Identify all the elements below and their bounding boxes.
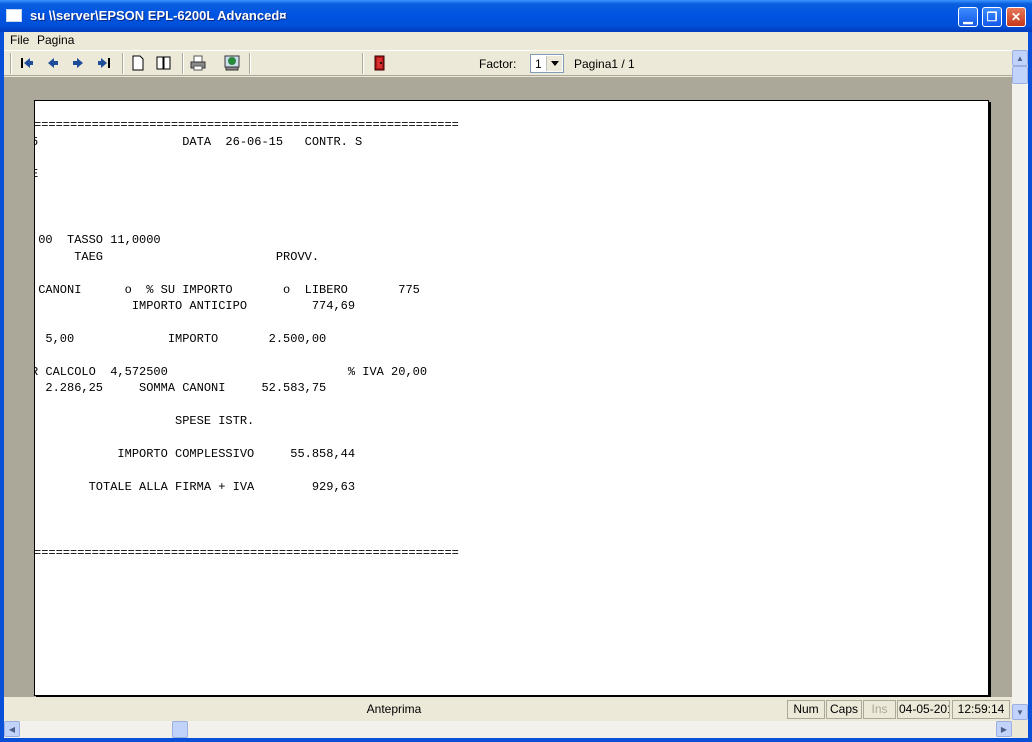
document-line: SPESE ISTR. [34, 414, 255, 428]
document-line: ,00 TASSO 11,0000 [34, 233, 161, 247]
document-line: 5,00 IMPORTO 2.500,00 [34, 332, 327, 346]
status-num: Num [787, 700, 825, 719]
page-indicator: Pagina1 / 1 [574, 57, 635, 71]
single-page-icon[interactable] [130, 55, 146, 71]
chevron-right-icon: ▶ [1000, 724, 1008, 734]
preview-area[interactable]: ========================================… [4, 77, 1012, 697]
scroll-corner [1012, 720, 1028, 738]
exit-icon[interactable] [371, 55, 387, 71]
document-line: TOTALE ALLA FIRMA + IVA 929,63 [34, 480, 356, 494]
status-date: 04-05-2016 [897, 700, 950, 719]
two-pages-icon[interactable] [156, 55, 172, 71]
factor-select[interactable]: 1 [530, 54, 564, 73]
window-title: su \\server\EPSON EPL-6200L Advanced¤ [30, 8, 287, 23]
last-page-icon[interactable] [96, 55, 112, 71]
toolbar-separator [249, 53, 251, 74]
status-ins: Ins [863, 700, 896, 719]
menu-bar: File Pagina [0, 32, 1032, 50]
scroll-left-button[interactable]: ◀ [4, 721, 20, 737]
title-bar[interactable]: su \\server\EPSON EPL-6200L Advanced¤ ▁ … [0, 0, 1032, 32]
horizontal-scrollbar[interactable]: ◀ ▶ [4, 721, 1012, 738]
toolbar: Factor: 1 Pagina1 / 1 [4, 50, 1012, 76]
scroll-down-button[interactable]: ▼ [1012, 704, 1028, 720]
printer-setup-icon[interactable] [224, 55, 240, 71]
document-line: 5 DATA 26-06-15 CONTR. S [34, 135, 363, 149]
chevron-up-icon: ▲ [1016, 53, 1024, 63]
vertical-scroll-thumb[interactable] [1012, 66, 1028, 84]
factor-value: 1 [535, 57, 542, 71]
minimize-button[interactable]: ▁ [958, 7, 978, 27]
menu-file[interactable]: File [10, 33, 29, 47]
scroll-up-button[interactable]: ▲ [1012, 50, 1028, 66]
window-border-left [0, 32, 4, 738]
toolbar-separator [182, 53, 184, 74]
prev-page-icon[interactable] [45, 55, 61, 71]
document-line: E [35, 167, 38, 181]
document-line: IMPORTO ANTICIPO 774,69 [34, 299, 356, 313]
toolbar-grip [10, 53, 12, 74]
minimize-icon: ▁ [963, 10, 973, 24]
factor-label: Factor: [479, 57, 517, 71]
restore-button[interactable]: ❐ [982, 7, 1002, 27]
vertical-scrollbar[interactable]: ▲ ▼ [1012, 50, 1028, 720]
chevron-down-icon[interactable] [546, 56, 562, 71]
document-line: CANONI o % SU IMPORTO o LIBERO 775 [34, 283, 420, 297]
print-icon[interactable] [190, 55, 206, 71]
document-line: TAEG PROVV. [34, 250, 320, 264]
application-window: su \\server\EPSON EPL-6200L Advanced¤ ▁ … [0, 0, 1032, 742]
window-border-bottom [0, 738, 1032, 742]
window-border-right [1028, 32, 1032, 738]
toolbar-separator [122, 53, 124, 74]
next-page-icon[interactable] [70, 55, 86, 71]
chevron-down-icon: ▼ [1016, 707, 1024, 717]
close-icon: ✕ [1010, 10, 1022, 24]
toolbar-separator [362, 53, 364, 74]
status-caps: Caps [826, 700, 862, 719]
document-line: IMPORTO COMPLESSIVO 55.858,44 [34, 447, 356, 461]
scroll-right-button[interactable]: ▶ [996, 721, 1012, 737]
chevron-left-icon: ◀ [8, 724, 16, 734]
document-line: ========================================… [34, 118, 459, 132]
menu-pagina[interactable]: Pagina [37, 33, 74, 47]
first-page-icon[interactable] [19, 55, 35, 71]
status-text: Anteprima [366, 702, 422, 716]
document-line: 2.286,25 SOMMA CANONI 52.583,75 [34, 381, 327, 395]
restore-icon: ❐ [986, 10, 998, 24]
horizontal-scroll-thumb[interactable] [172, 721, 188, 738]
window-icon[interactable] [6, 9, 22, 22]
document-page: ========================================… [34, 100, 989, 696]
status-bar: Anteprima Num Caps Ins 04-05-2016 12:59:… [4, 698, 1012, 720]
status-time: 12:59:14 [952, 700, 1010, 719]
document-line: R CALCOLO 4,572500 % IVA 20,00 [34, 365, 428, 379]
close-button[interactable]: ✕ [1006, 7, 1026, 27]
document-line: ========================================… [34, 546, 459, 560]
